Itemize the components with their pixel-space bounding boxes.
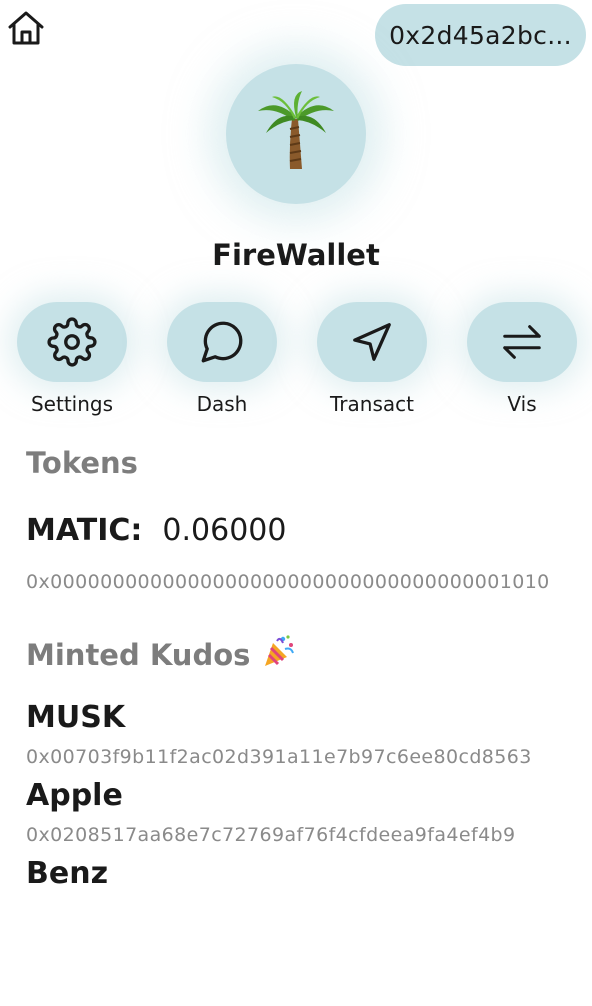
kudos-heading-text: Minted Kudos	[26, 638, 251, 672]
dash-label: Dash	[196, 392, 248, 416]
account-address-button[interactable]: 0x2d45a2bc...	[375, 4, 586, 66]
vis-button[interactable]	[467, 302, 577, 382]
vis-action[interactable]: Vis	[467, 302, 577, 416]
swap-arrows-icon	[503, 325, 541, 359]
app-title: FireWallet	[212, 238, 380, 272]
kudo-item-address: 0x00703f9b11f2ac02d391a11e7b97c6ee80cd85…	[26, 746, 532, 768]
palm-tree-icon	[258, 91, 334, 169]
home-icon	[8, 11, 44, 45]
wallet-screen: 0x2d45a2bc... FireWallet Settings Dash T…	[0, 0, 592, 1006]
settings-button[interactable]	[17, 302, 127, 382]
kudo-item-name[interactable]: Apple	[26, 778, 123, 813]
account-address-text: 0x2d45a2bc...	[389, 20, 572, 50]
chat-bubble-icon	[201, 321, 243, 363]
token-symbol: MATIC:	[26, 513, 143, 548]
token-address: 0x00000000000000000000000000000000000010…	[26, 571, 550, 593]
transact-label: Transact	[330, 392, 414, 416]
token-row[interactable]: MATIC: 0.06000	[26, 513, 286, 548]
settings-action[interactable]: Settings	[17, 302, 127, 416]
settings-label: Settings	[30, 392, 114, 416]
party-popper-icon	[264, 635, 294, 666]
gear-icon	[47, 317, 97, 367]
kudo-item-name[interactable]: MUSK	[26, 700, 125, 735]
kudo-item-address: 0x0208517aa68e7c72769af76f4cfdeea9fa4ef4…	[26, 824, 516, 846]
vis-label: Vis	[507, 392, 537, 416]
app-logo	[226, 64, 366, 204]
tokens-heading: Tokens	[26, 446, 138, 480]
dash-button[interactable]	[167, 302, 277, 382]
transact-button[interactable]	[317, 302, 427, 382]
token-amount: 0.06000	[162, 513, 287, 548]
dash-action[interactable]: Dash	[167, 302, 277, 416]
kudo-item-name[interactable]: Benz	[26, 856, 108, 891]
home-button[interactable]	[6, 9, 46, 47]
send-arrow-icon	[353, 323, 391, 361]
kudos-heading: Minted Kudos	[26, 633, 297, 672]
transact-action[interactable]: Transact	[317, 302, 427, 416]
